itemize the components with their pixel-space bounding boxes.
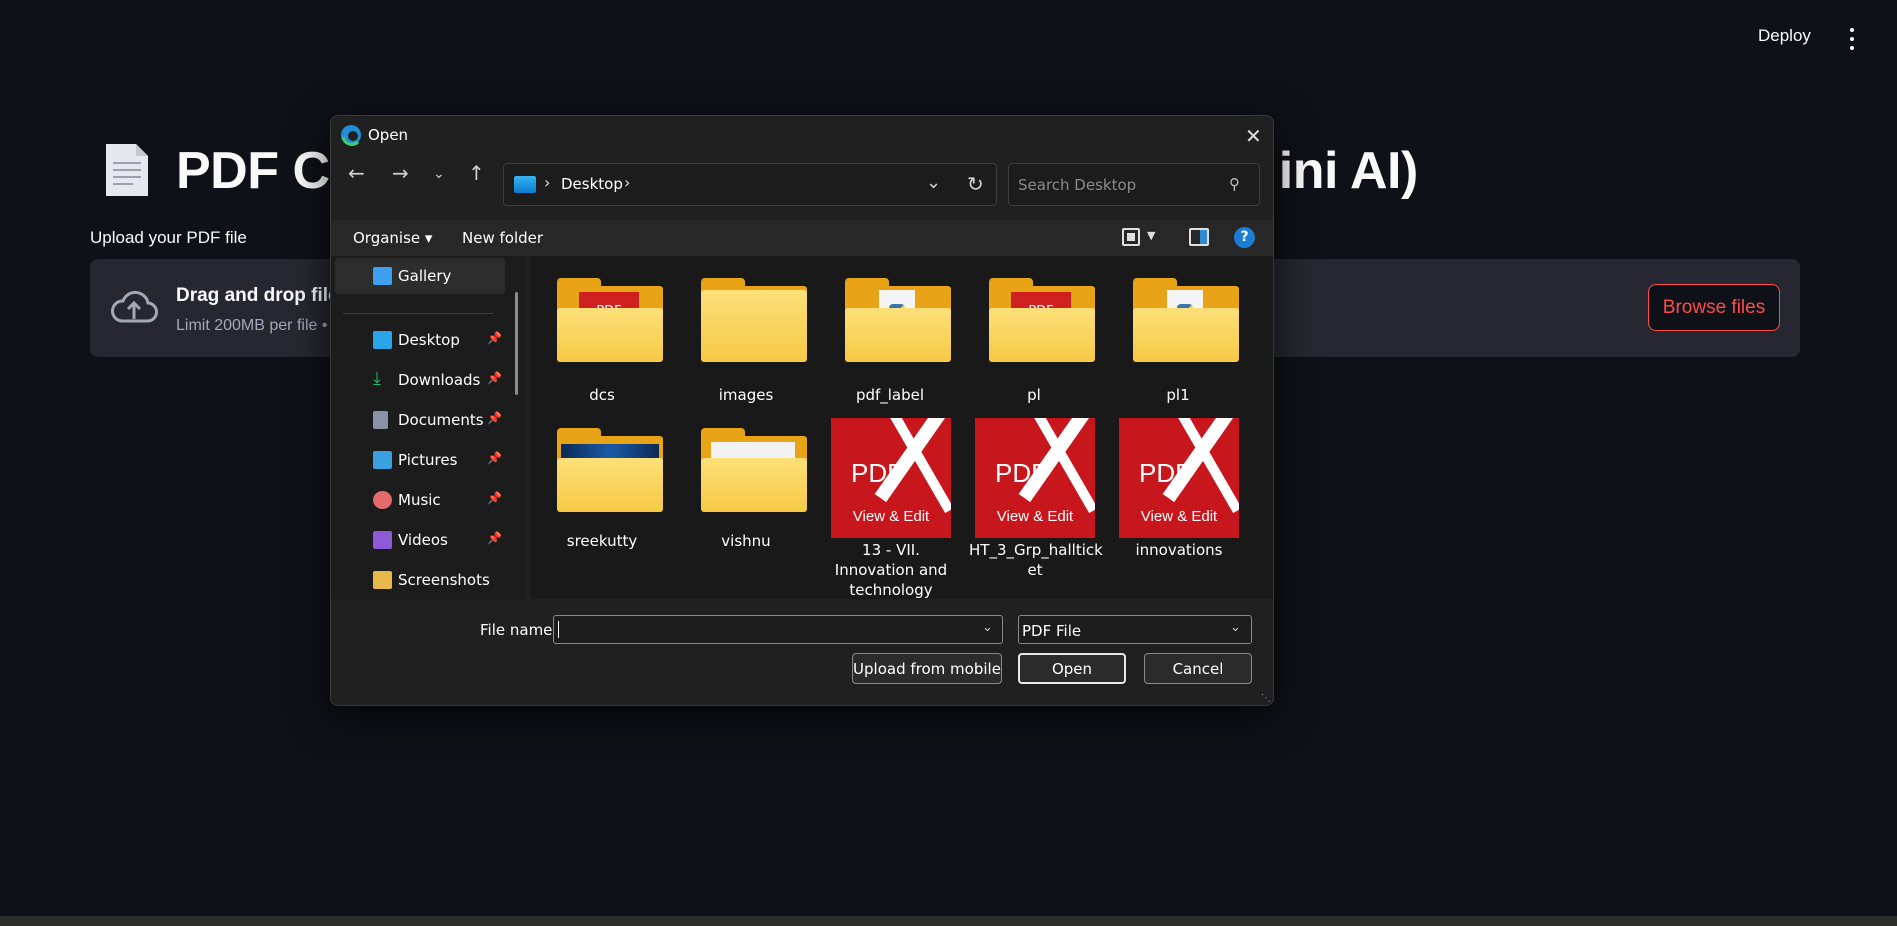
nav-label: Desktop [398,331,460,349]
back-arrow-icon[interactable]: ← [348,161,365,185]
file-list: PDF dcs images pdf_label PDF pl [531,256,1273,599]
desktop-icon [514,176,536,193]
dropzone-title: Drag and drop file [176,285,339,306]
nav-label: Videos [398,531,448,549]
nav-label: Documents [398,411,484,429]
file-type-select[interactable]: PDF File ⌄ [1018,615,1252,644]
desktop-icon [373,331,392,349]
dropzone-limit: Limit 200MB per file • [176,317,328,334]
file-name: dcs [589,386,615,404]
nav-item-downloads[interactable]: ⤓ Downloads 📌 [331,362,526,398]
organise-menu[interactable]: Organise ▾ [353,229,432,247]
document-icon [106,144,148,196]
file-name: images [718,386,774,404]
pictures-icon [373,451,392,469]
upload-from-mobile-button[interactable]: Upload from mobile [852,653,1002,684]
nav-item-screenshots[interactable]: Screenshots [331,562,526,598]
breadcrumb-separator[interactable]: › [624,173,630,192]
folder-icon [701,428,807,512]
navigation-pane: Gallery Desktop 📌 ⤓ Downloads 📌 Document… [331,256,526,599]
nav-item-pictures[interactable]: Pictures 📌 [331,442,526,478]
file-name-label: File name: [480,621,558,639]
dialog-footer: File name: ⌄ PDF File ⌄ Upload from mobi… [331,599,1273,705]
pin-icon: 📌 [487,411,502,425]
nav-label: Gallery [398,267,452,285]
nav-label: Music [398,491,441,509]
file-name: pdf_label [855,386,925,404]
folder-icon: PDF [989,278,1095,362]
folder-icon [373,571,392,589]
cancel-button[interactable]: Cancel [1144,653,1252,684]
pdf-file-icon: PDF View & Edit [1119,418,1239,538]
up-arrow-icon[interactable]: ↑ [468,161,485,185]
nav-label: Downloads [398,371,481,389]
nav-item-documents[interactable]: Documents 📌 [331,402,526,438]
file-name-input[interactable]: ⌄ [553,615,1003,644]
file-name: pl [1027,386,1041,404]
view-mode-icon[interactable] [1122,228,1140,246]
main-menu-icon[interactable] [1844,28,1860,50]
cloud-upload-icon [111,290,158,323]
new-folder-button[interactable]: New folder [462,229,543,247]
search-box[interactable]: Search Desktop ⚲ [1008,163,1260,206]
download-icon: ⤓ [373,368,381,389]
file-name: vishnu [721,532,771,550]
search-input[interactable]: Search Desktop [1018,176,1136,194]
nav-item-music[interactable]: Music 📌 [331,482,526,518]
nav-item-desktop[interactable]: Desktop 📌 [331,322,526,358]
music-icon [373,491,392,509]
folder-icon: PDF [557,278,663,362]
address-dropdown-icon[interactable]: ⌄ [926,172,941,193]
pin-icon: 📌 [487,371,502,385]
pdf-file-icon: PDF View & Edit [831,418,951,538]
bottom-strip [0,916,1897,926]
nav-label: Pictures [398,451,458,469]
close-icon[interactable]: ✕ [1245,126,1262,146]
file-type-value: PDF File [1022,622,1082,640]
resize-grip-icon[interactable]: ⋱ [1261,693,1271,704]
folder-icon [557,428,663,512]
view-dropdown-icon[interactable]: ▼ [1147,229,1155,242]
open-button[interactable]: Open [1018,653,1126,684]
nav-divider [343,313,493,314]
folder-icon [845,278,951,362]
file-name: sreekutty [566,532,638,550]
address-bar[interactable]: › Desktop › ⌄ ↻ [503,163,997,206]
file-name: pl1 [1166,386,1190,404]
help-icon[interactable]: ? [1234,227,1255,248]
file-name: innovations [1135,541,1223,559]
pin-icon: 📌 [487,451,502,465]
documents-icon [373,411,388,429]
recent-locations-chevron-icon[interactable]: ⌄ [433,166,445,182]
upload-label: Upload your PDF file [90,228,247,247]
search-icon[interactable]: ⚲ [1229,175,1240,193]
forward-arrow-icon[interactable]: → [392,161,409,185]
file-name: HT_3_Grp_halltick et [969,541,1103,579]
pin-icon: 📌 [487,531,502,545]
nav-label: Screenshots [398,571,490,589]
videos-icon [373,531,392,549]
pin-icon: 📌 [487,491,502,505]
deploy-button[interactable]: Deploy [1758,26,1811,46]
text-caret [558,621,559,638]
chevron-down-icon[interactable]: ⌄ [1230,620,1241,635]
pdf-file-icon: PDF View & Edit [975,418,1095,538]
chevron-down-icon[interactable]: ⌄ [982,620,993,635]
breadcrumb-desktop[interactable]: Desktop [561,175,623,193]
file-name: 13 - VII. Innovation and technology [834,541,948,599]
refresh-icon[interactable]: ↻ [967,172,984,196]
gallery-icon [373,267,392,285]
breadcrumb-separator: › [544,173,551,192]
nav-item-videos[interactable]: Videos 📌 [331,522,526,558]
dialog-toolbar: Organise ▾ New folder ▼ ? [331,220,1273,256]
edge-app-icon [341,125,361,146]
dialog-title: Open [368,126,409,144]
open-file-dialog: Open ✕ ← → ⌄ ↑ › Desktop › ⌄ ↻ Search De… [330,115,1274,706]
folder-icon [1133,278,1239,362]
folder-icon [701,278,807,362]
nav-item-gallery[interactable]: Gallery [335,258,505,294]
pin-icon: 📌 [487,331,502,345]
browse-files-button[interactable]: Browse files [1648,284,1780,331]
preview-pane-icon[interactable] [1189,228,1209,246]
